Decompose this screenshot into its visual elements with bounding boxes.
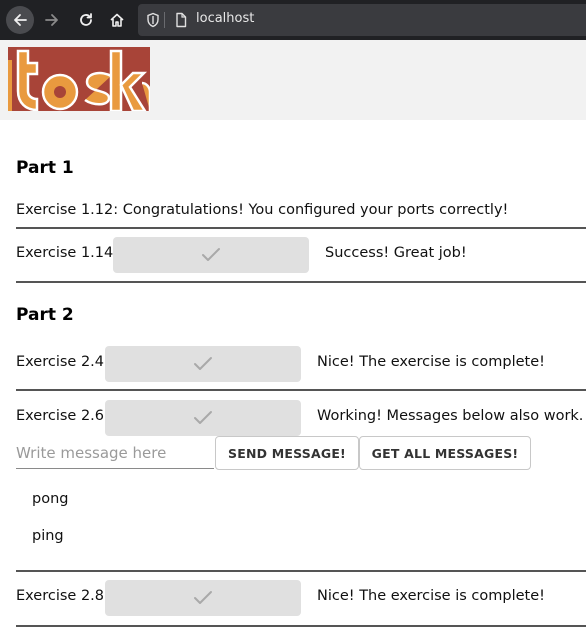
exercise-2-4-label: Exercise 2.4: — [16, 354, 109, 370]
toska-logo — [8, 47, 150, 111]
divider — [16, 227, 586, 229]
exercise-1-14-status: Success! Great job! — [325, 245, 467, 261]
message-list-item: pong — [32, 491, 69, 507]
checkmark-icon — [194, 357, 212, 370]
exercise-2-6-label: Exercise 2.6: — [16, 408, 109, 424]
send-message-button[interactable]: SEND MESSAGE! — [215, 436, 359, 470]
site-header — [0, 40, 586, 120]
shield-icon[interactable] — [146, 12, 160, 28]
address-bar-divider — [164, 12, 165, 28]
exercise-1-12-text: Exercise 1.12: Congratulations! You conf… — [16, 202, 509, 218]
home-icon — [110, 13, 124, 27]
get-all-messages-button[interactable]: GET ALL MESSAGES! — [359, 436, 531, 470]
exercise-2-4-check-button[interactable] — [105, 346, 301, 382]
part-2-heading: Part 2 — [16, 305, 74, 325]
divider — [16, 389, 586, 391]
divider — [16, 281, 586, 283]
divider — [16, 570, 586, 572]
home-button[interactable] — [103, 6, 131, 34]
divider — [16, 625, 586, 627]
exercise-2-6-status: Working! Messages below also work. — [317, 408, 584, 424]
page-icon[interactable] — [174, 12, 188, 28]
exercise-1-14-check-button[interactable] — [113, 237, 309, 273]
checkmark-icon — [194, 591, 212, 604]
forward-button[interactable] — [38, 6, 66, 34]
reload-button[interactable] — [72, 6, 100, 34]
exercise-2-8-check-button[interactable] — [105, 580, 301, 616]
url-text[interactable]: localhost — [196, 11, 254, 26]
exercise-2-8-label: Exercise 2.8: — [16, 588, 109, 604]
browser-toolbar: localhost — [0, 0, 586, 40]
address-bar[interactable]: localhost — [138, 4, 586, 36]
part-1-heading: Part 1 — [16, 158, 74, 178]
exercise-2-4-status: Nice! The exercise is complete! — [317, 354, 545, 370]
reload-icon — [80, 13, 92, 26]
exercise-1-14-label: Exercise 1.14: — [16, 245, 119, 261]
message-list-item: ping — [32, 528, 64, 544]
exercise-2-6-check-button[interactable] — [105, 400, 301, 436]
checkmark-icon — [202, 248, 220, 261]
checkmark-icon — [194, 411, 212, 424]
exercise-2-8-status: Nice! The exercise is complete! — [317, 588, 545, 604]
back-button[interactable] — [6, 6, 34, 34]
arrow-right-icon — [45, 14, 58, 26]
message-input[interactable] — [16, 438, 214, 469]
arrow-left-icon — [14, 14, 27, 26]
